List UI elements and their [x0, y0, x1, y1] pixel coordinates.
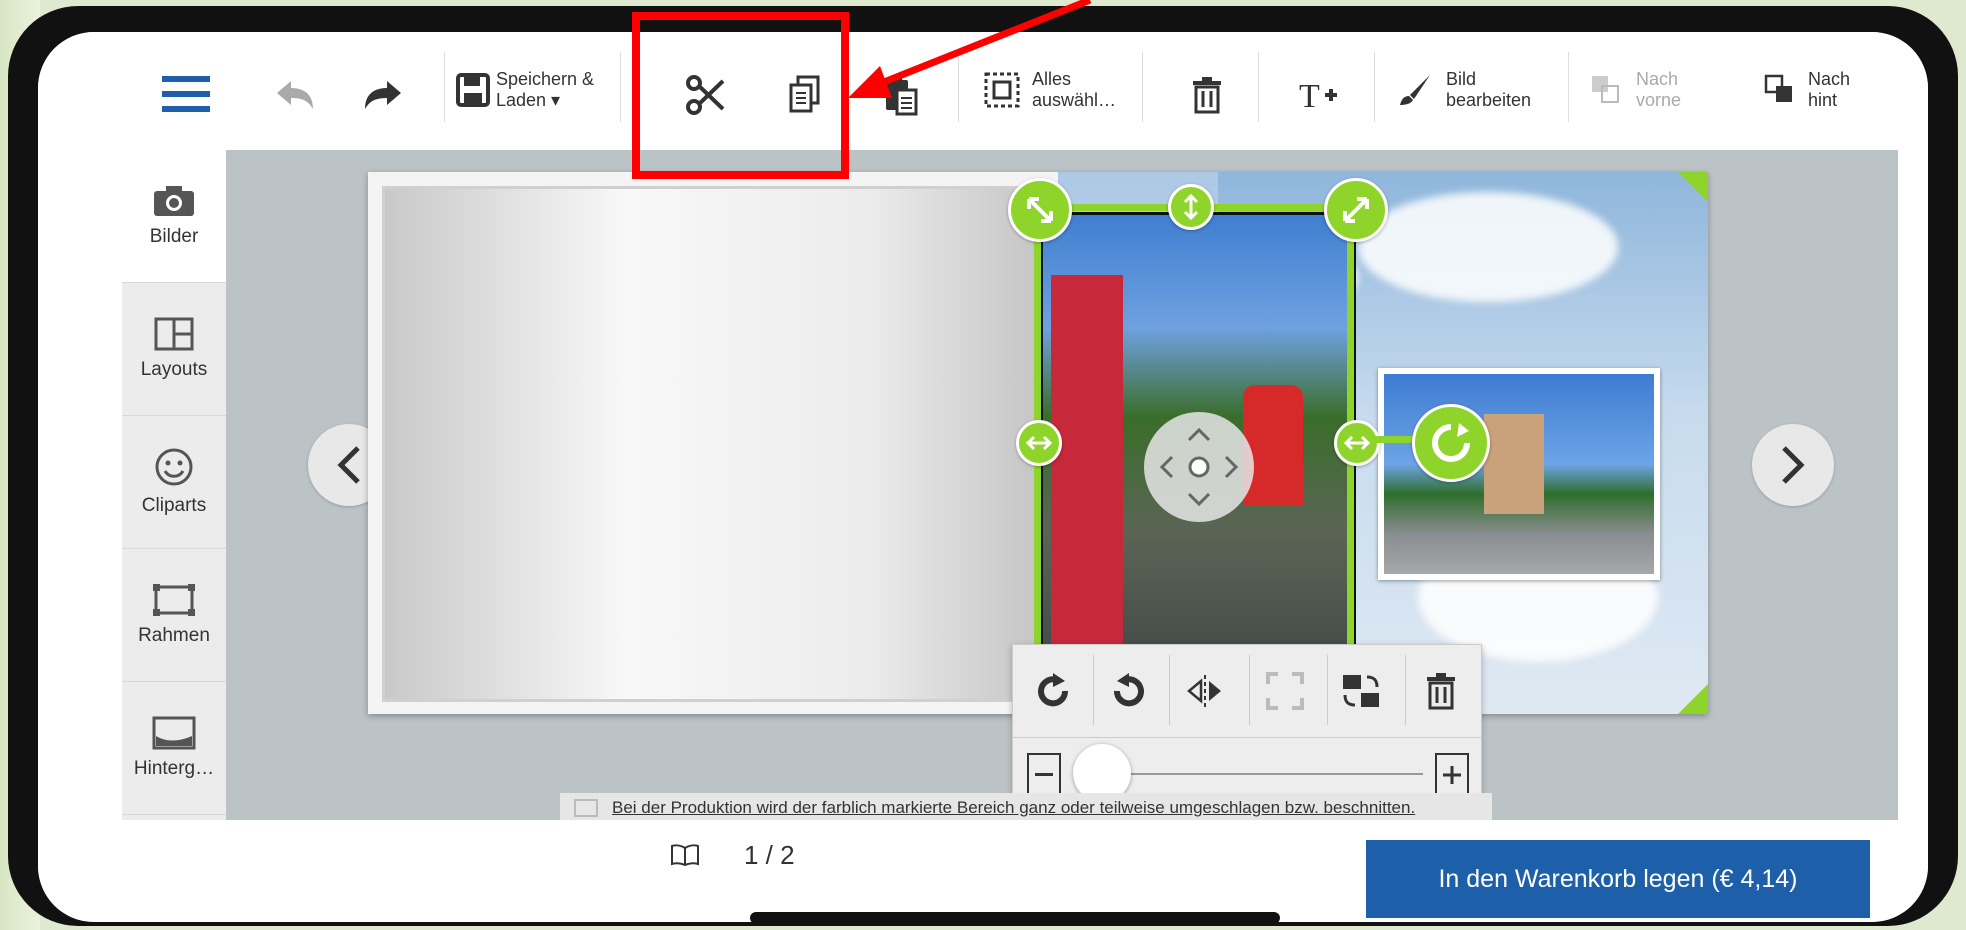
annotation-arrow [848, 0, 1092, 98]
sidebar-label-cliparts: Cliparts [141, 495, 207, 516]
layout-icon [154, 317, 194, 351]
next-page-button[interactable] [1752, 424, 1834, 506]
edit-image-button[interactable]: Bild bearbeiten [1398, 60, 1558, 120]
frame-icon [153, 584, 195, 616]
sidebar-item-rahmen[interactable]: Rahmen [122, 549, 226, 682]
edit-image-label-line2: bearbeiten [1446, 90, 1532, 110]
production-notice: Bei der Produktion wird der farblich mar… [560, 793, 1492, 823]
delete-image-icon[interactable] [1413, 663, 1469, 719]
save-label-line2: Laden ▾ [496, 90, 561, 110]
resize-handle-top[interactable] [1168, 184, 1214, 230]
edit-image-label-line1: Bild [1446, 69, 1477, 89]
undo-icon[interactable] [270, 70, 320, 120]
plus-icon [1443, 766, 1461, 784]
notice-text[interactable]: Bei der Produktion wird der farblich mar… [612, 798, 1415, 818]
popup-divider [1249, 655, 1250, 725]
app-screen: Speichern & Laden ▾ Alles auswähl… T Bil… [38, 32, 1928, 922]
send-back-label-line1: Nach [1808, 69, 1851, 89]
rotate-handle[interactable] [1412, 404, 1490, 482]
toolbar-divider [444, 52, 445, 122]
popup-divider [1013, 737, 1481, 738]
popup-divider [1169, 655, 1170, 725]
toolbar-divider [1258, 52, 1259, 122]
bring-forward-label-line2: vorne [1636, 90, 1682, 110]
resize-handle-right[interactable] [1334, 420, 1380, 466]
background-icon [152, 716, 196, 750]
popup-divider [1327, 655, 1328, 725]
toolbar-divider [620, 52, 621, 122]
toolbar-divider [1142, 52, 1143, 122]
resize-handle-left[interactable] [1016, 420, 1062, 466]
rotate-left-icon[interactable] [1101, 663, 1157, 719]
zoom-out-button[interactable] [1027, 753, 1061, 797]
popup-divider [1405, 655, 1406, 725]
page-counter: 1 / 2 [744, 840, 795, 870]
resize-horizontal-icon [1026, 435, 1052, 451]
sidebar-item-bilder[interactable]: Bilder [122, 150, 226, 283]
add-text-icon[interactable]: T [1292, 68, 1346, 122]
send-back-button[interactable]: Nach hint [1764, 60, 1928, 120]
toolbar-divider [1568, 52, 1569, 122]
add-to-cart-button[interactable]: In den Warenkorb legen (€ 4,14) [1366, 840, 1870, 918]
smiley-icon [155, 448, 193, 486]
highlight-annotation-box [632, 12, 849, 179]
corner-marker-top-right [1678, 172, 1708, 202]
sidebar-item-cliparts[interactable]: Cliparts [122, 416, 226, 549]
resize-horizontal-icon [1344, 435, 1370, 451]
hamburger-icon[interactable] [158, 66, 214, 122]
home-indicator [750, 912, 1280, 922]
sidebar-label-hintergrund: Hinterg… [133, 758, 215, 779]
camera-icon [154, 186, 194, 216]
cloud [1358, 192, 1618, 302]
save-icon [456, 73, 490, 107]
page-left-empty[interactable] [382, 186, 1078, 702]
church-tower [1484, 414, 1544, 514]
move-control[interactable] [1144, 412, 1254, 522]
flip-horizontal-icon[interactable] [1177, 663, 1233, 719]
sidebar-item-hintergrund[interactable]: Hinterg… [122, 682, 226, 815]
resize-diagonal-icon [1343, 197, 1369, 223]
minus-icon [1035, 773, 1053, 776]
sidebar: Bilder Layouts Cliparts Rahmen Hinterg… [122, 150, 226, 820]
resize-handle-top-left[interactable] [1008, 178, 1072, 242]
chevron-left-icon [337, 446, 360, 484]
corner-marker-bottom-right [1678, 684, 1708, 714]
sidebar-label-bilder: Bilder [149, 226, 199, 247]
rotate-right-icon[interactable] [1025, 663, 1081, 719]
move-arrows-icon [1159, 427, 1239, 507]
swap-image-icon[interactable] [1333, 663, 1389, 719]
resize-vertical-icon [1183, 194, 1199, 220]
photo-church[interactable] [1378, 368, 1660, 580]
popup-divider [1093, 655, 1094, 725]
redo-icon[interactable] [358, 70, 408, 120]
sidebar-item-layouts[interactable]: Layouts [122, 283, 226, 416]
svg-text:T: T [1299, 78, 1320, 113]
image-context-popup [1012, 644, 1482, 814]
chevron-right-icon [1782, 446, 1805, 484]
trash-icon[interactable] [1180, 68, 1234, 122]
bring-forward-label-line1: Nach [1636, 69, 1679, 89]
brush-icon [1400, 75, 1430, 105]
album-page[interactable] [368, 172, 1708, 714]
send-back-label-line2: hint [1808, 90, 1838, 110]
notice-marker-swatch [574, 799, 598, 817]
zoom-in-button[interactable] [1435, 753, 1469, 797]
resize-handle-top-right[interactable] [1324, 178, 1388, 242]
bring-forward-button: Nach vorne [1590, 60, 1720, 120]
send-back-icon [1764, 74, 1792, 102]
sidebar-label-rahmen: Rahmen [138, 625, 210, 646]
toolbar-divider [1374, 52, 1375, 122]
save-load-button[interactable]: Speichern & Laden ▾ [456, 60, 606, 120]
resize-diagonal-icon [1027, 197, 1053, 223]
save-label-line1: Speichern & [496, 69, 595, 89]
bring-forward-icon [1592, 76, 1619, 103]
fit-frame-icon[interactable] [1257, 663, 1313, 719]
rotate-icon [1432, 423, 1470, 462]
book-icon[interactable] [670, 844, 700, 866]
phone-frame: Speichern & Laden ▾ Alles auswähl… T Bil… [8, 6, 1958, 926]
sidebar-label-layouts: Layouts [140, 359, 208, 380]
